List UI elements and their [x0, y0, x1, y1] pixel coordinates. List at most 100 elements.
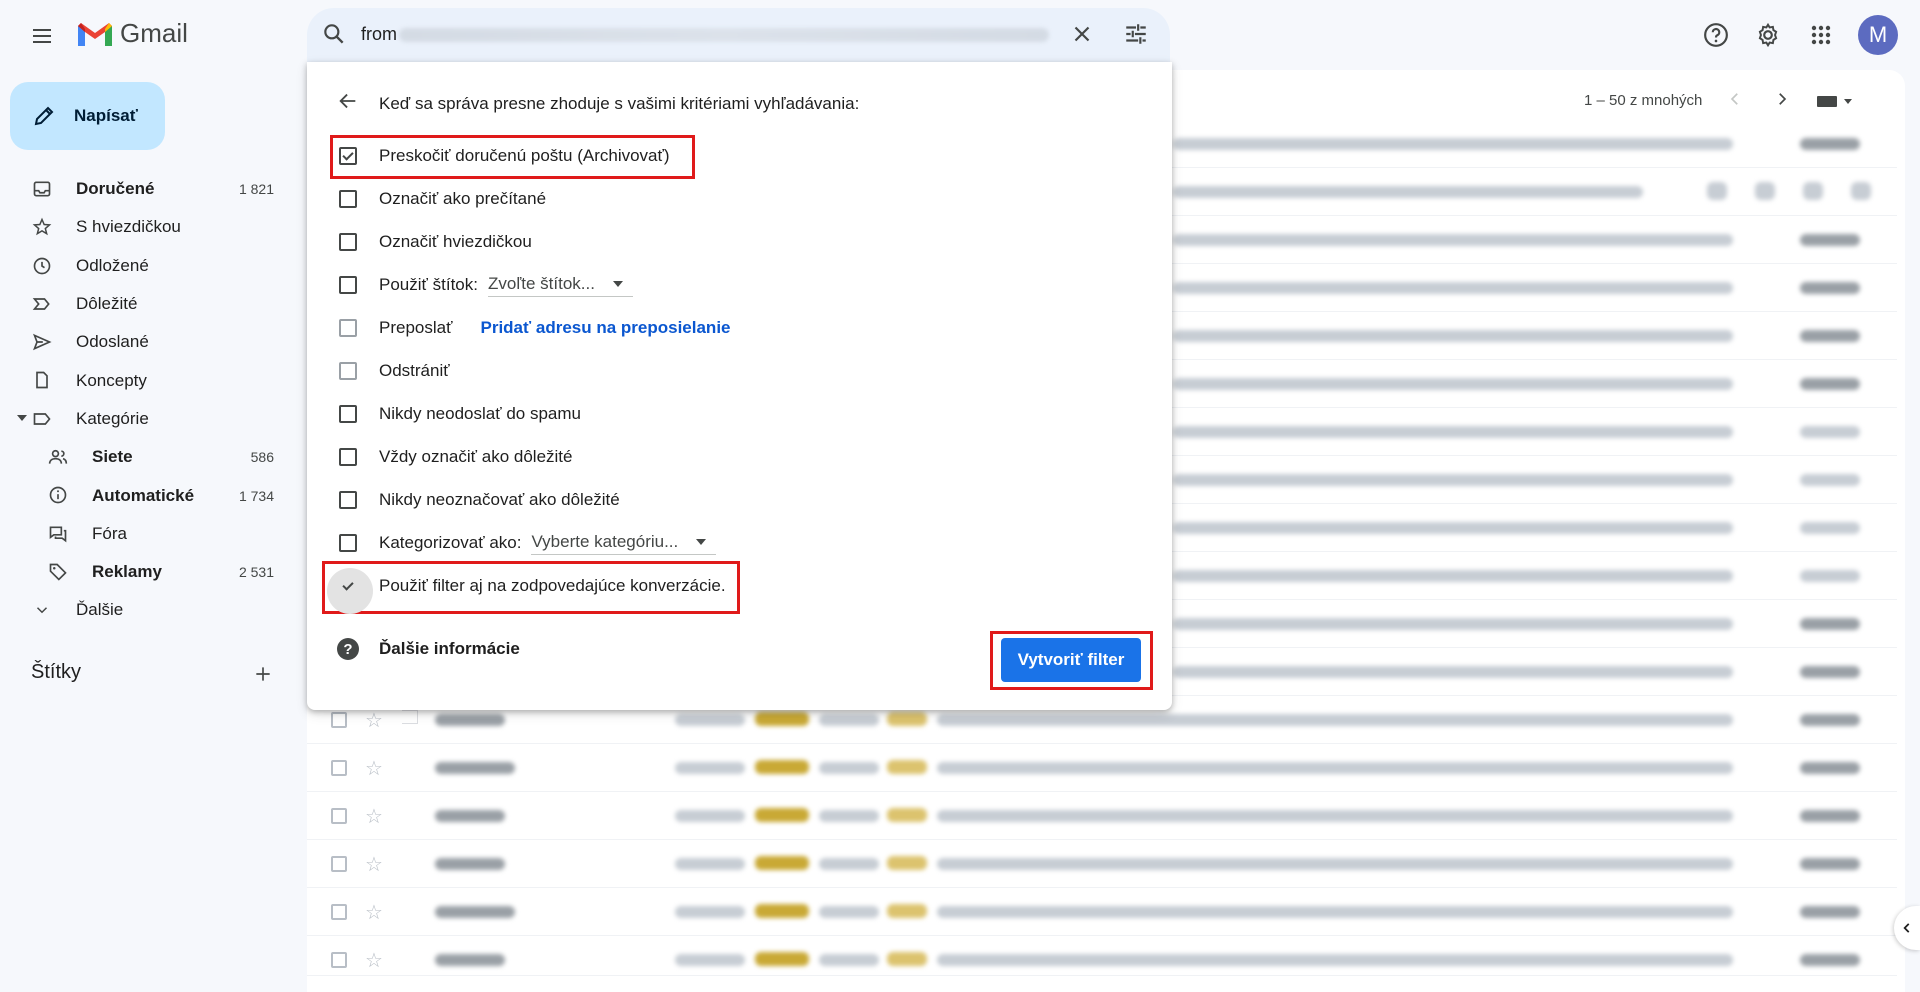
help-icon[interactable] — [1697, 16, 1735, 54]
top-bar: Gmail from M — [0, 0, 1920, 70]
checkbox-star[interactable] — [339, 233, 357, 251]
option-label: Použiť štítok: — [379, 275, 478, 294]
checkbox-delete[interactable] — [339, 362, 357, 380]
sidebar-item-promotions[interactable]: Reklamy 2 531 — [0, 553, 290, 591]
unread-count: 1 734 — [238, 487, 274, 504]
checkbox-forward[interactable] — [339, 319, 357, 337]
main-menu-icon[interactable] — [24, 18, 60, 54]
checkbox-always-important[interactable] — [339, 448, 357, 466]
highlight-box — [322, 561, 740, 614]
pencil-icon — [34, 106, 54, 126]
app-name: Gmail — [120, 18, 188, 48]
sidebar-item-inbox[interactable]: Doručené 1 821 — [0, 170, 290, 208]
add-label-icon[interactable] — [253, 664, 273, 689]
option-categorize[interactable]: Kategorizovať ako: Vyberte kategóriu... — [339, 528, 717, 558]
info-icon — [47, 484, 69, 506]
learn-more[interactable]: ? Ďalšie informácie — [337, 638, 520, 660]
sidebar-item-important[interactable]: Dôležité — [0, 285, 290, 323]
highlight-box — [990, 631, 1153, 690]
highlight-box — [330, 135, 695, 179]
checkbox-categorize[interactable] — [339, 534, 357, 552]
add-forwarding-address-link[interactable]: Pridať adresu na preposielanie — [480, 318, 730, 338]
checkbox-never-spam[interactable] — [339, 405, 357, 423]
dropdown-arrow-icon — [696, 538, 707, 545]
unread-count: 1 821 — [238, 181, 274, 198]
unread-count: 586 — [250, 449, 274, 466]
label-select-value: Zvoľte štítok... — [487, 273, 595, 293]
sidebar-item-starred[interactable]: S hviezdičkou — [0, 208, 290, 246]
gmail-logo[interactable]: Gmail — [76, 18, 188, 49]
star-icon — [31, 216, 53, 238]
sidebar-item-label: Odoslané — [76, 332, 149, 352]
checkbox-apply-label[interactable] — [339, 276, 357, 294]
checkbox-skip-inbox[interactable] — [339, 147, 357, 165]
sidebar-item-drafts[interactable]: Koncepty — [0, 361, 290, 399]
option-never-spam[interactable]: Nikdy neodoslať do spamu — [339, 399, 581, 429]
expand-caret-icon[interactable] — [17, 414, 27, 421]
sidebar-item-label: Ďalšie — [76, 600, 124, 620]
option-star[interactable]: Označiť hviezdičkou — [339, 227, 532, 257]
label-select[interactable]: Zvoľte štítok... — [487, 273, 633, 297]
compose-button[interactable]: Napísať — [10, 82, 165, 150]
sidebar-item-snoozed[interactable]: Odložené — [0, 247, 290, 285]
option-delete[interactable]: Odstrániť — [339, 356, 450, 386]
next-page-icon[interactable] — [1773, 90, 1791, 112]
people-icon — [47, 446, 69, 468]
option-label: Kategorizovať ako: — [379, 533, 522, 552]
sidebar-item-label: Doručené — [76, 179, 155, 199]
learn-more-label: Ďalšie informácie — [379, 639, 520, 658]
tag-icon — [47, 561, 69, 583]
option-never-important[interactable]: Nikdy neoznačovať ako dôležité — [339, 485, 620, 515]
chevron-left-icon — [1903, 923, 1910, 933]
category-select[interactable]: Vyberte kategóriu... — [531, 531, 717, 555]
checkbox-apply-to-matching[interactable] — [327, 568, 373, 614]
option-label: Preposlať — [379, 318, 453, 337]
settings-gear-icon[interactable] — [1749, 16, 1787, 54]
option-label: Označiť ako prečítané — [379, 189, 547, 208]
sidebar-item-social[interactable]: Siete 586 — [0, 438, 290, 476]
option-apply-label[interactable]: Použiť štítok: Zvoľte štítok... — [339, 270, 633, 300]
gmail-m-icon — [78, 22, 112, 46]
apps-grid-icon[interactable] — [1802, 16, 1840, 54]
prev-page-icon[interactable] — [1726, 90, 1744, 112]
option-label: Odstrániť — [379, 361, 450, 380]
clear-search-icon[interactable] — [1069, 21, 1095, 52]
option-always-important[interactable]: Vždy označiť ako dôležité — [339, 442, 572, 472]
option-label: Vždy označiť ako dôležité — [379, 447, 573, 466]
compose-label: Napísať — [74, 106, 138, 125]
option-label: Nikdy neodoslať do spamu — [379, 404, 581, 423]
sidebar-item-sent[interactable]: Odoslané — [0, 323, 290, 361]
option-mark-read[interactable]: Označiť ako prečítané — [339, 184, 546, 214]
inbox-icon — [31, 178, 53, 200]
forum-icon — [47, 523, 69, 545]
checkbox-mark-read[interactable] — [339, 190, 357, 208]
sidebar-nav: Doručené 1 821 S hviezdičkou Odložené Dô… — [0, 170, 290, 630]
important-icon — [31, 293, 53, 315]
draft-icon — [31, 369, 53, 391]
sidebar-item-label: Siete — [92, 447, 133, 467]
option-label: Nikdy neoznačovať ako dôležité — [379, 490, 620, 509]
sidebar-item-label: Kategórie — [76, 408, 149, 428]
checkbox-never-important[interactable] — [339, 491, 357, 509]
send-icon — [31, 331, 53, 353]
sidebar-item-label: Dôležité — [76, 294, 138, 314]
option-forward[interactable]: Preposlať Pridať adresu na preposielanie — [339, 313, 731, 343]
search-icon[interactable] — [321, 21, 347, 52]
search-input[interactable]: from — [361, 24, 397, 45]
sidebar-item-categories[interactable]: Kategórie — [0, 400, 290, 438]
account-avatar[interactable]: M — [1858, 15, 1898, 55]
dialog-header: Keď sa správa presne zhoduje s vašimi kr… — [337, 90, 859, 117]
input-tools-icon[interactable] — [1816, 92, 1856, 114]
labels-heading: Štítky — [31, 661, 82, 683]
focus-halo — [327, 568, 373, 614]
sidebar-item-more[interactable]: Ďalšie — [0, 591, 290, 629]
sidebar-item-updates[interactable]: Automatické 1 734 — [0, 476, 290, 514]
category-select-value: Vyberte kategóriu... — [531, 531, 679, 551]
search-bar[interactable]: from — [307, 8, 1170, 62]
back-arrow-icon[interactable] — [337, 90, 359, 117]
dialog-heading: Keď sa správa presne zhoduje s vašimi kr… — [379, 93, 860, 113]
sidebar-item-forums[interactable]: Fóra — [0, 515, 290, 553]
search-options-icon[interactable] — [1123, 21, 1149, 52]
option-label: Označiť hviezdičkou — [379, 232, 532, 251]
chevron-down-icon — [31, 599, 53, 621]
